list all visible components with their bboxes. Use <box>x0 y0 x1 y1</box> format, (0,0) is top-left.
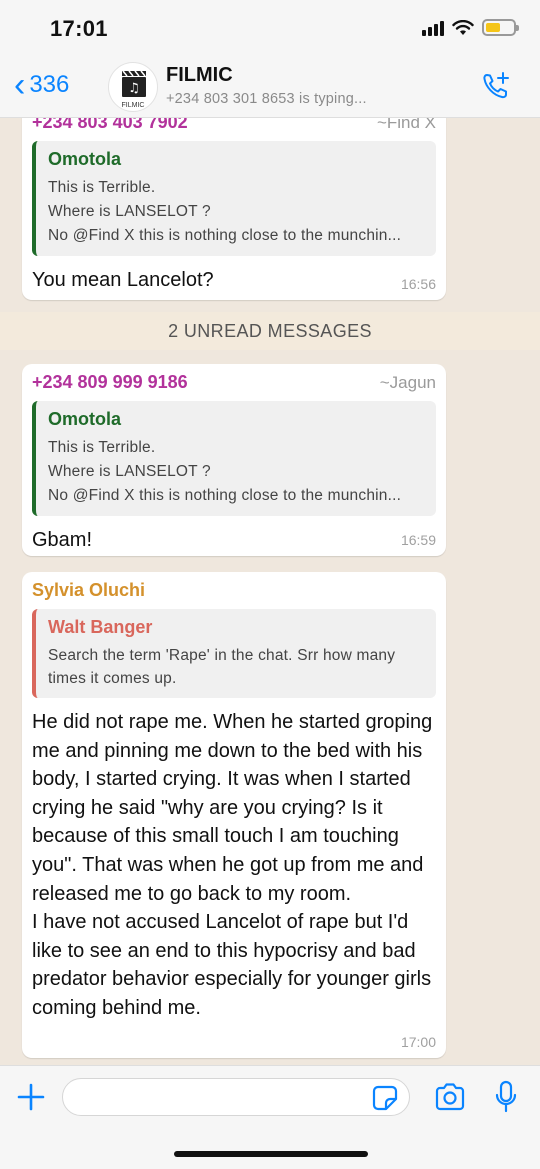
camera-button[interactable] <box>434 1082 466 1117</box>
sticker-button[interactable] <box>372 1085 398 1116</box>
phone-plus-icon <box>483 72 509 99</box>
group-name[interactable]: FILMIC <box>166 64 233 87</box>
quoted-text: Search the term 'Rape' in the chat. Srr … <box>48 647 396 687</box>
svg-text:♫: ♫ <box>128 81 140 96</box>
message-bubble[interactable]: +234 809 999 9186 ~Jagun Omotola This is… <box>22 364 446 556</box>
message-bubble[interactable]: Sylvia Oluchi Walt Banger Search the ter… <box>22 572 446 1058</box>
add-call-button[interactable] <box>480 70 512 107</box>
message-sender[interactable]: +234 803 403 7902 <box>32 118 188 133</box>
back-button[interactable]: ‹ 336 <box>14 66 70 104</box>
status-bar: 17:01 <box>0 0 540 58</box>
message-text: Gbam! <box>32 529 93 551</box>
quoted-author: Walt Banger <box>48 617 153 637</box>
clapperboard-icon: ♫ <box>122 70 146 97</box>
message-bubble[interactable]: +234 803 403 7902 ~Find X Omotola This i… <box>22 118 446 300</box>
microphone-icon <box>495 1080 517 1113</box>
back-unread-count: 336 <box>29 71 70 98</box>
quoted-line: Where is LANSELOT ? <box>48 463 211 480</box>
messages-area[interactable]: +234 803 403 7902 ~Find X Omotola This i… <box>0 118 540 1065</box>
quoted-message[interactable]: Omotola This is Terrible. Where is LANSE… <box>32 141 436 256</box>
avatar-label: FILMIC <box>121 102 145 109</box>
group-avatar[interactable]: ♫ FILMIC <box>108 62 158 112</box>
quoted-line: This is Terrible. <box>48 179 156 196</box>
quoted-line: No @Find X this is nothing close to the … <box>48 487 402 504</box>
sticker-icon <box>372 1085 398 1111</box>
status-icons <box>422 19 519 36</box>
message-input[interactable] <box>62 1078 410 1116</box>
chevron-left-icon: ‹ <box>14 66 26 104</box>
quoted-line: Where is LANSELOT ? <box>48 203 211 220</box>
wifi-icon <box>452 19 474 35</box>
battery-icon <box>482 19 519 36</box>
camera-icon <box>435 1083 465 1111</box>
sender-alias: ~Find X <box>376 118 436 132</box>
chat-header: ‹ 336 ♫ FILMIC FILMIC +234 803 301 8653 … <box>0 58 540 118</box>
quoted-line: No @Find X this is nothing close to the … <box>48 227 402 244</box>
message-sender[interactable]: Sylvia Oluchi <box>32 580 145 601</box>
input-bar <box>0 1065 540 1169</box>
status-time: 17:01 <box>50 16 108 41</box>
message-time: 16:59 <box>400 532 436 548</box>
unread-messages-divider: 2 UNREAD MESSAGES <box>0 312 540 350</box>
attach-button[interactable] <box>14 1080 48 1114</box>
home-indicator <box>174 1151 368 1157</box>
message-sender[interactable]: +234 809 999 9186 <box>32 372 188 393</box>
typing-status: +234 803 301 8653 is typing... <box>166 91 367 107</box>
sender-alias: ~Jagun <box>379 373 436 392</box>
message-time: 17:00 <box>400 1034 436 1050</box>
signal-icon <box>422 20 444 36</box>
quoted-line: This is Terrible. <box>48 439 156 456</box>
plus-icon <box>17 1083 45 1111</box>
message-time: 16:56 <box>400 276 436 292</box>
quoted-message[interactable]: Walt Banger Search the term 'Rape' in th… <box>32 609 436 698</box>
microphone-button[interactable] <box>494 1080 518 1119</box>
quoted-message[interactable]: Omotola This is Terrible. Where is LANSE… <box>32 401 436 516</box>
message-text: He did not rape me. When he started grop… <box>32 711 433 1019</box>
quoted-author: Omotola <box>48 149 122 169</box>
message-text: You mean Lancelot? <box>32 269 214 291</box>
quoted-author: Omotola <box>48 409 122 429</box>
